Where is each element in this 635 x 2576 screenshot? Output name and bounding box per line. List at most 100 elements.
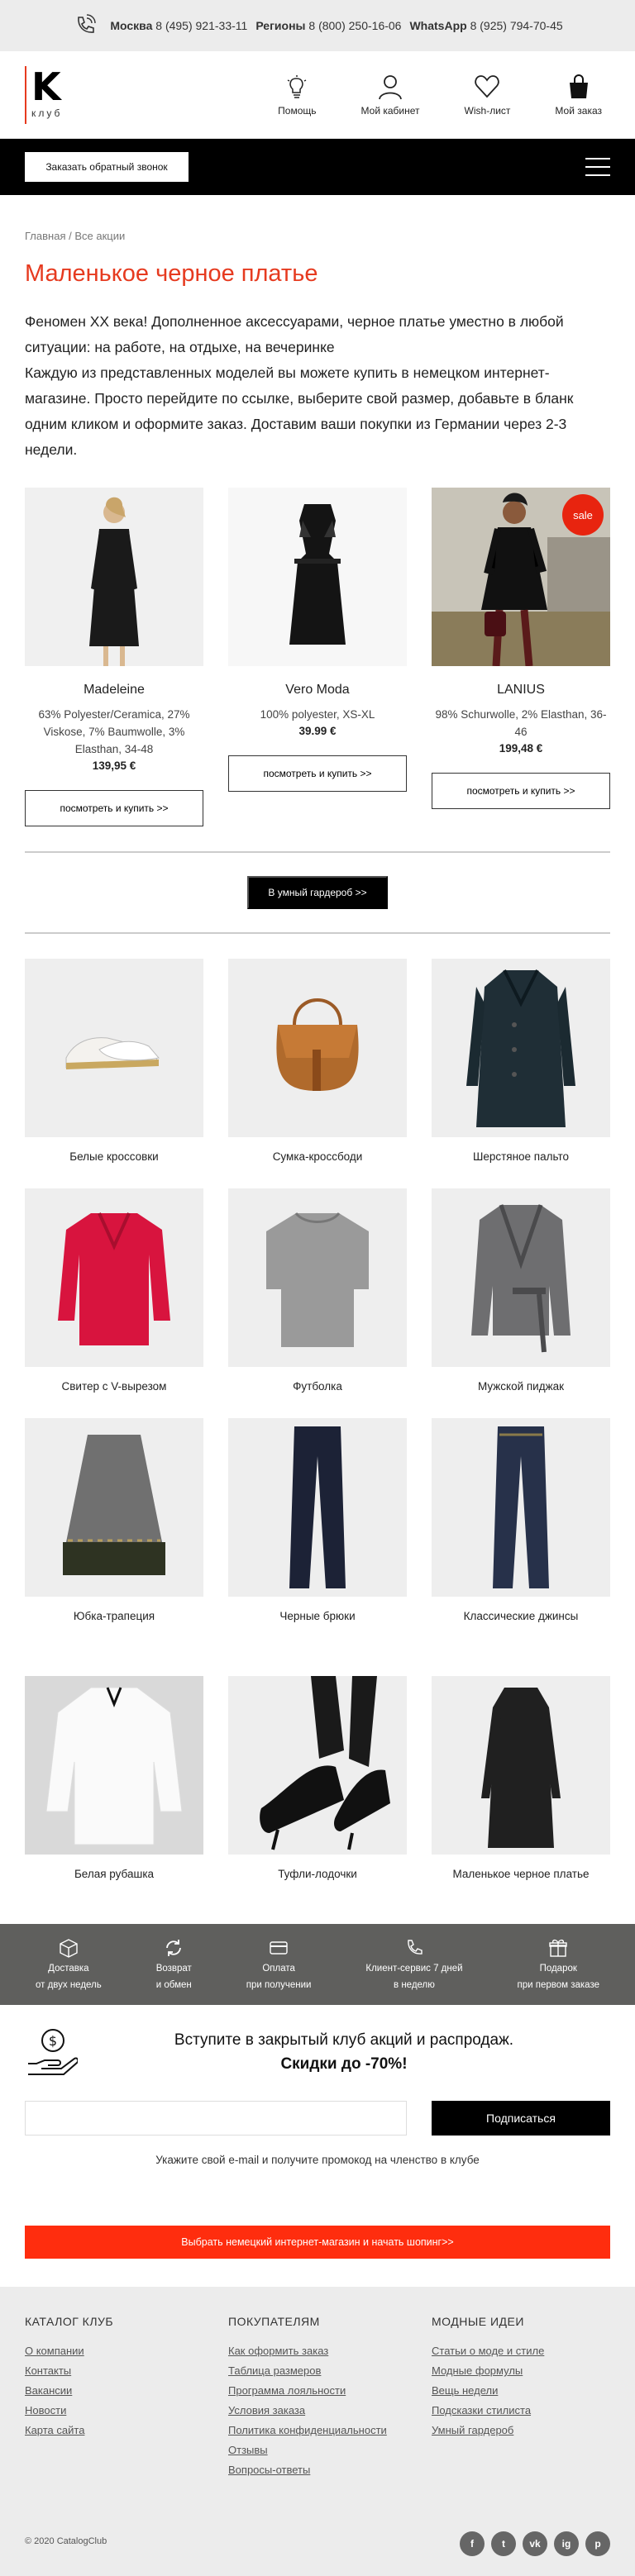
breadcrumb-current[interactable]: Все акции <box>74 230 125 242</box>
footer-link[interactable]: Условия заказа <box>228 2404 407 2416</box>
wardrobe-item[interactable]: Маленькое черное платье <box>432 1676 610 1906</box>
menu-icon[interactable] <box>585 158 610 176</box>
wardrobe-grid: Белая рубашка Туфли-лодочки Маленькое че… <box>25 1676 610 1906</box>
wishlist-link[interactable]: Wish-лист <box>465 74 510 117</box>
view-buy-button[interactable]: посмотреть и купить >> <box>228 755 407 792</box>
feature-return: Возврат и обмен <box>156 1937 192 1992</box>
regions-phone[interactable]: 8 (800) 250-16-06 <box>308 19 401 32</box>
item-image <box>25 1188 203 1367</box>
phone-icon <box>408 1940 423 1955</box>
order-link[interactable]: Мой заказ <box>555 74 602 117</box>
item-image <box>228 959 407 1137</box>
view-buy-button[interactable]: посмотреть и купить >> <box>432 773 610 809</box>
sale-badge: sale <box>562 494 604 536</box>
wardrobe-item[interactable]: Сумка-кроссбоди <box>228 959 407 1188</box>
lightbulb-icon <box>288 74 307 98</box>
logo-letter: K <box>31 64 61 109</box>
footer-link[interactable]: Модные формулы <box>432 2364 610 2377</box>
phone-icon <box>78 14 97 33</box>
wardrobe-item[interactable]: Классические джинсы <box>432 1418 610 1648</box>
footer-column-title: ПОКУПАТЕЛЯМ <box>228 2315 320 2328</box>
product-composition: 98% Schurwolle, 2% Elasthan, 36-46 <box>435 708 607 738</box>
item-caption: Маленькое черное платье <box>452 1868 590 1880</box>
callback-button[interactable]: Заказать обратный звонок <box>25 152 189 182</box>
wardrobe-item[interactable]: Белые кроссовки <box>25 959 203 1188</box>
wardrobe-item[interactable]: Мужской пиджак <box>432 1188 610 1418</box>
footer-link[interactable]: Подсказки стилиста <box>432 2404 610 2416</box>
smart-wardrobe-button[interactable]: В умный гардероб >> <box>247 876 388 909</box>
item-caption: Туфли-лодочки <box>278 1868 357 1880</box>
facebook-icon[interactable]: f <box>460 2531 485 2556</box>
footer-link[interactable]: Таблица размеров <box>228 2364 407 2377</box>
wardrobe-item[interactable]: Черные брюки <box>228 1418 407 1648</box>
product-price: 199,48 € <box>499 742 543 755</box>
feature-service: Клиент-сервис 7 дней в неделю <box>365 1937 463 1992</box>
user-icon <box>379 74 402 99</box>
item-caption: Сумка-кроссбоди <box>272 1150 363 1163</box>
pinterest-icon[interactable]: p <box>585 2531 610 2556</box>
nav-bar: Заказать обратный звонок <box>0 139 635 195</box>
footer-link[interactable]: Умный гардероб <box>432 2424 610 2436</box>
start-shopping-button[interactable]: Выбрать немецкий интернет-магазин и нача… <box>25 2226 610 2259</box>
help-link[interactable]: Помощь <box>278 74 317 117</box>
top-contact-bar: Москва 8 (495) 921-33-11 Регионы 8 (800)… <box>0 0 635 51</box>
item-caption: Футболка <box>293 1380 342 1393</box>
vk-icon[interactable]: vk <box>523 2531 547 2556</box>
footer-link[interactable]: Статьи о моде и стиле <box>432 2345 610 2357</box>
footer-link[interactable]: Вещь недели <box>432 2384 610 2397</box>
features-bar: Доставка от двух недель Возврат и обмен Оп… <box>0 1924 635 2005</box>
wardrobe-item[interactable]: Белая рубашка <box>25 1676 203 1906</box>
item-caption: Классические джинсы <box>463 1610 579 1622</box>
account-link[interactable]: Мой кабинет <box>361 74 420 117</box>
logo[interactable]: K клуб <box>25 64 64 124</box>
footer-link[interactable]: Новости <box>25 2404 203 2416</box>
footer-link[interactable]: Отзывы <box>228 2444 407 2456</box>
email-input[interactable] <box>25 2101 407 2136</box>
product-image[interactable] <box>228 488 407 666</box>
footer-link[interactable]: Карта сайта <box>25 2424 203 2436</box>
feature-line2: при первом заказе <box>517 1980 599 1990</box>
refresh-icon <box>166 1940 182 1956</box>
wardrobe-item[interactable]: Футболка <box>228 1188 407 1418</box>
regions-label: Регионы <box>255 19 306 32</box>
divider <box>25 932 610 934</box>
footer-link[interactable]: Программа лояльности <box>228 2384 407 2397</box>
moscow-phone[interactable]: 8 (495) 921-33-11 <box>155 19 247 32</box>
product-price: 139,95 € <box>92 759 136 772</box>
svg-text:$: $ <box>49 2033 57 2049</box>
footer-column-title: КАТАЛОГ КЛУБ <box>25 2315 114 2328</box>
breadcrumb: Главная / Все акции <box>25 230 610 242</box>
footer-link[interactable]: О компании <box>25 2345 203 2357</box>
footer-link[interactable]: Как оформить заказ <box>228 2345 407 2357</box>
site-header: K клуб Помощь Мой кабинет Wish-лист Мой … <box>0 51 635 139</box>
feature-line1: Клиент-сервис 7 дней <box>365 1964 463 1974</box>
product-image[interactable]: sale <box>432 488 610 666</box>
product-image[interactable] <box>25 488 203 666</box>
footer-link[interactable]: Вакансии <box>25 2384 203 2397</box>
wardrobe-item[interactable]: Юбка-трапеция <box>25 1418 203 1648</box>
item-image <box>228 1418 407 1597</box>
newsletter-title: Вступите в закрытый клуб акций и распрод… <box>174 2031 514 2049</box>
instagram-icon[interactable]: ig <box>554 2531 579 2556</box>
item-caption: Белая рубашка <box>74 1868 155 1880</box>
footer-link[interactable]: Вопросы-ответы <box>228 2464 407 2476</box>
footer-column-catalog: КАТАЛОГ КЛУБ О компании Контакты Ваканси… <box>25 2315 203 2483</box>
whatsapp-phone[interactable]: 8 (925) 794-70-45 <box>470 19 563 32</box>
bag-icon <box>569 74 588 98</box>
item-caption: Юбка-трапеция <box>73 1610 155 1622</box>
footer-link[interactable]: Контакты <box>25 2364 203 2377</box>
newsletter-section: $ Вступите в закрытый клуб акций и распр… <box>0 2005 635 2231</box>
footer-link[interactable]: Политика конфиденциальности <box>228 2424 407 2436</box>
breadcrumb-home[interactable]: Главная <box>25 230 65 242</box>
product-card: sale LANIUS 98% Schurwolle, 2% Elasthan,… <box>432 488 610 826</box>
wardrobe-item[interactable]: Свитер с V-вырезом <box>25 1188 203 1418</box>
twitter-icon[interactable]: t <box>491 2531 516 2556</box>
item-image <box>25 1676 203 1855</box>
subscribe-button[interactable]: Подписаться <box>432 2101 610 2136</box>
feature-line1: Подарок <box>539 1964 577 1974</box>
feature-line2: в неделю <box>394 1980 435 1990</box>
wardrobe-item[interactable]: Шерстяное пальто <box>432 959 610 1188</box>
wardrobe-item[interactable]: Туфли-лодочки <box>228 1676 407 1906</box>
footer-column-customers: ПОКУПАТЕЛЯМ Как оформить заказ Таблица р… <box>228 2315 407 2483</box>
view-buy-button[interactable]: посмотреть и купить >> <box>25 790 203 826</box>
